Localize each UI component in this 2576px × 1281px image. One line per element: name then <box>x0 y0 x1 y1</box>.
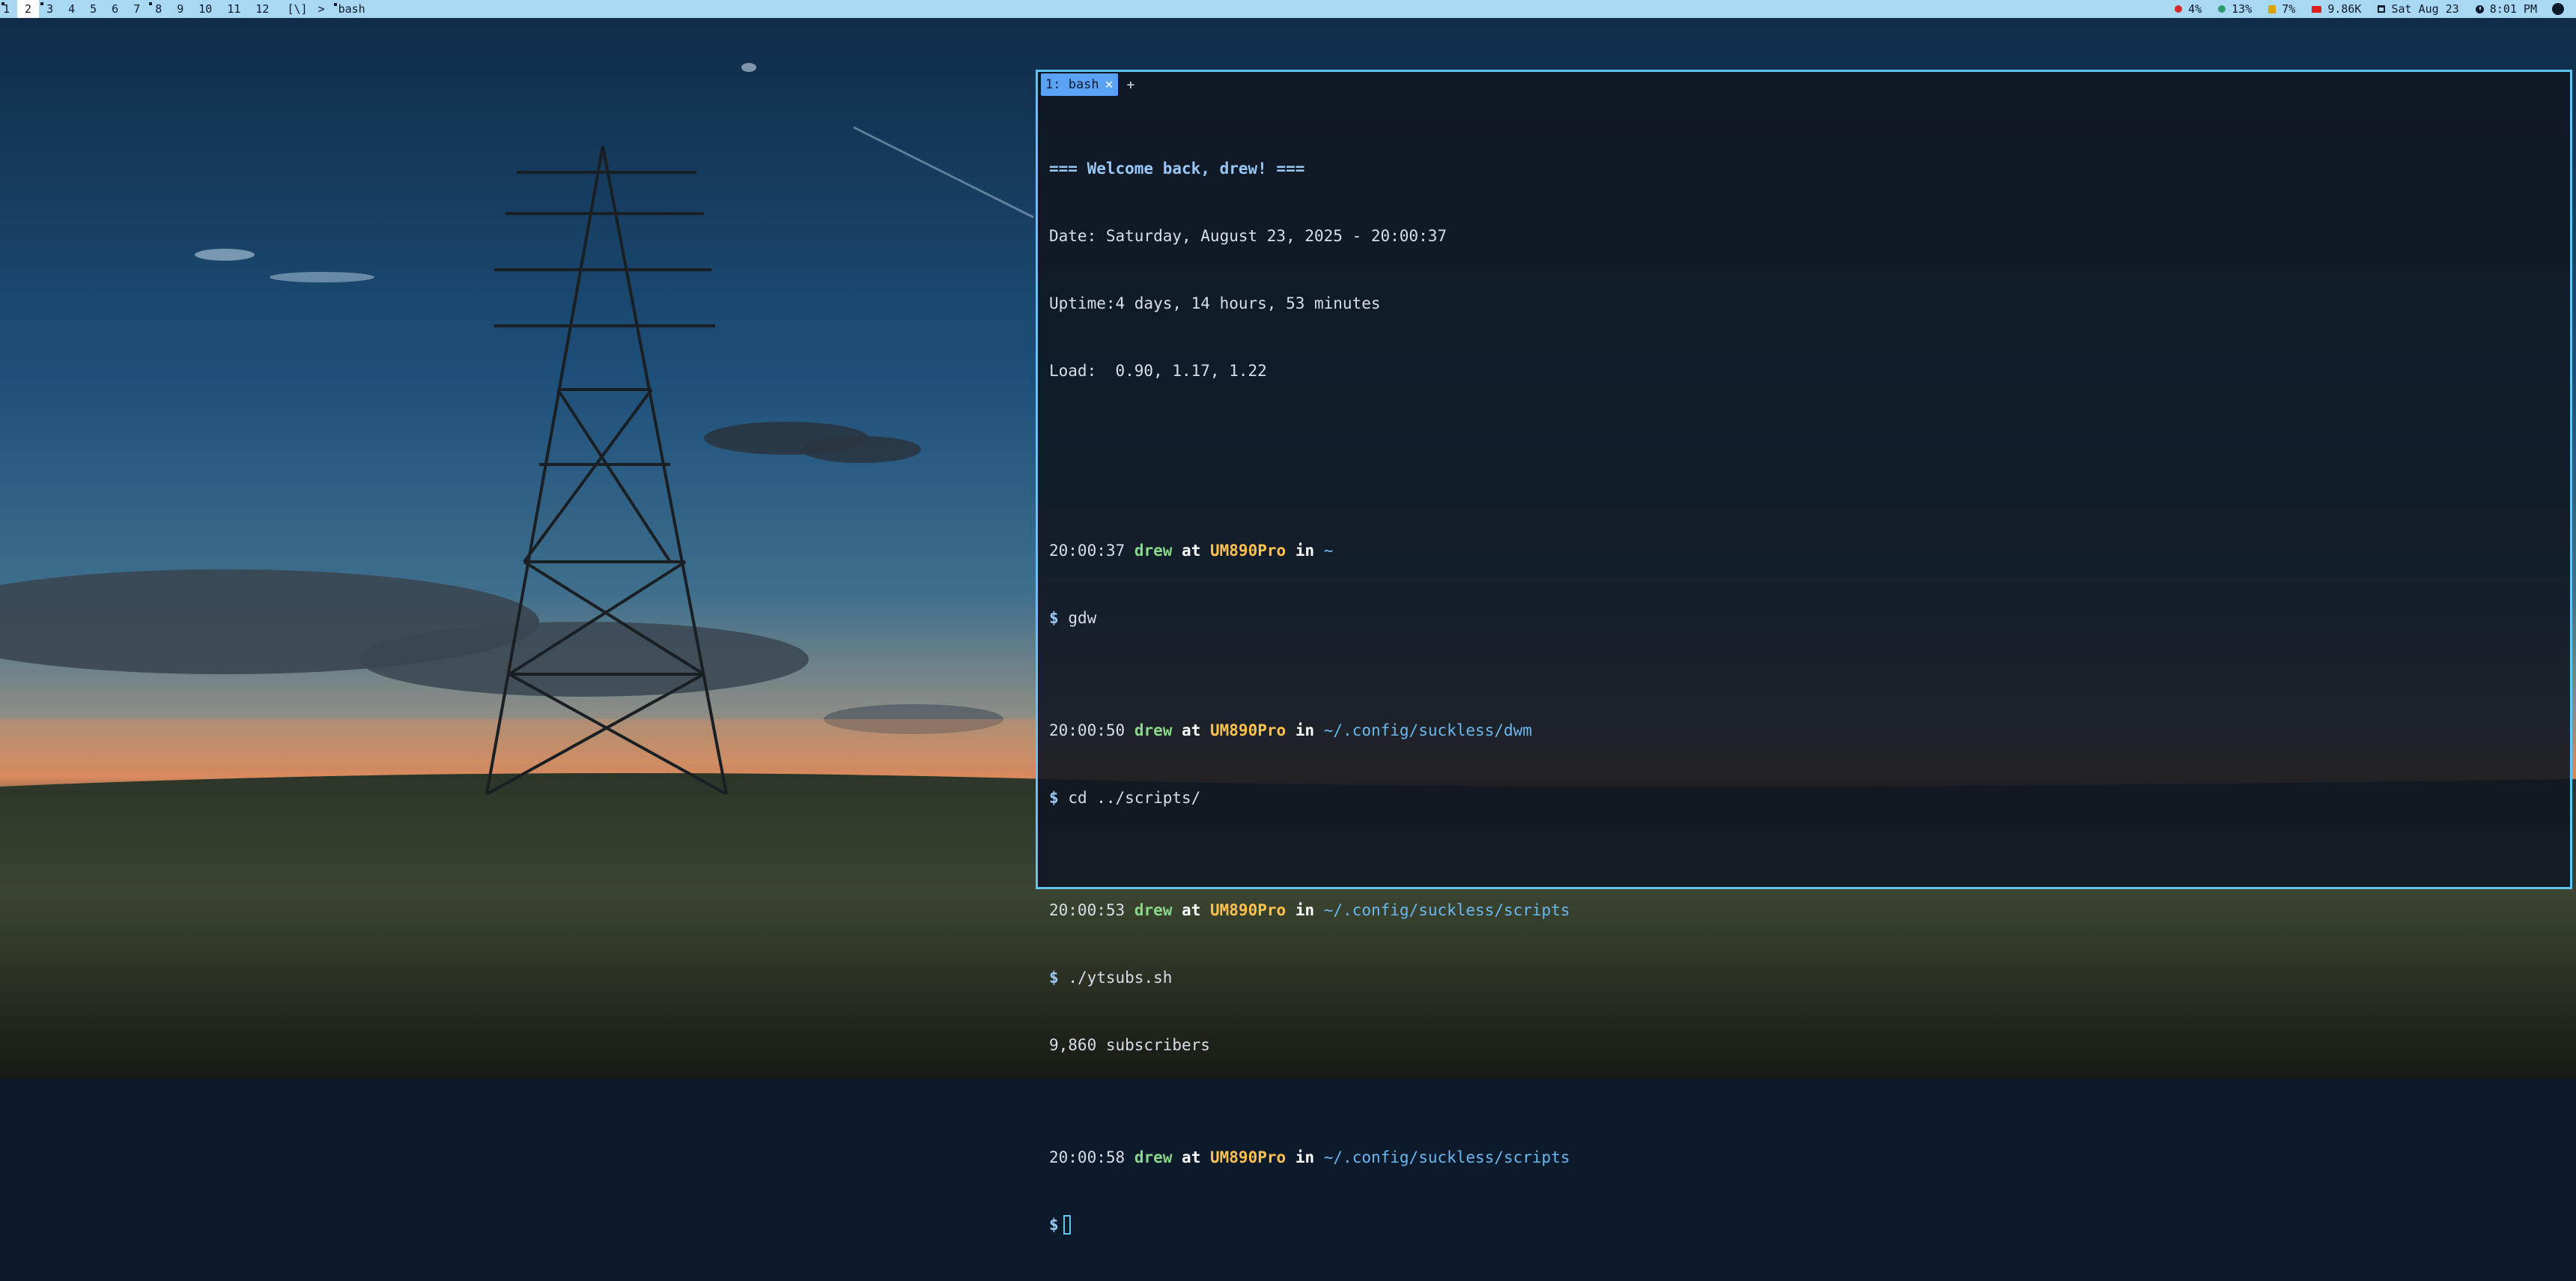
prompt-path: ~/.config/suckless/scripts <box>1323 901 1570 919</box>
date-line: Date: Saturday, August 23, 2025 - 20:00:… <box>1049 227 1448 245</box>
command-text: gdw <box>1068 609 1097 627</box>
focused-window-title: bash <box>332 0 365 18</box>
subscribers-value: 9.86K <box>2327 2 2362 16</box>
uptime-line: Uptime:4 days, 14 hours, 53 minutes <box>1049 294 1381 312</box>
clock-icon <box>2475 4 2484 13</box>
prompt-symbol: $ <box>1049 969 1059 987</box>
workspace-tag-9[interactable]: 9 <box>169 0 191 18</box>
prompt-time: 20:00:37 <box>1049 542 1126 560</box>
time-value: 8:01 PM <box>2489 2 2537 16</box>
prompt-in: in <box>1295 1148 1315 1166</box>
workspace-tag-6[interactable]: 6 <box>104 0 126 18</box>
prompt-user: drew <box>1134 542 1173 560</box>
prompt-line: 20:00:58 drew at UM890Pro in ~/.config/s… <box>1049 1146 2563 1169</box>
prompt-line: 20:00:53 drew at UM890Pro in ~/.config/s… <box>1049 899 2563 921</box>
workspace-tags: 1 2 3 4 5 6 7 8 9 10 11 12 <box>0 0 276 18</box>
active-command-line[interactable]: $ <box>1049 1214 2563 1236</box>
command-output: 9,860 subscribers <box>1049 1036 1210 1054</box>
prompt-user: drew <box>1134 1148 1173 1166</box>
tab-bash[interactable]: 1: bash ✕ <box>1041 73 1118 96</box>
layout-indicator[interactable]: [\] <box>276 0 318 18</box>
time-status: 8:01 PM <box>2475 0 2537 18</box>
prompt-symbol: $ <box>1049 609 1059 627</box>
command-line: $ ./ytsubs.sh <box>1049 966 2563 989</box>
memory-value: 13% <box>2232 2 2253 16</box>
date-status: Sat Aug 23 <box>2378 0 2459 18</box>
prompt-user: drew <box>1134 901 1173 919</box>
prompt-at: at <box>1182 901 1201 919</box>
close-tab-icon[interactable]: ✕ <box>1105 73 1114 96</box>
youtube-subscribers-status: 9.86K <box>2312 0 2361 18</box>
prompt-time: 20:00:53 <box>1049 901 1126 919</box>
terminal-output[interactable]: === Welcome back, drew! === Date: Saturd… <box>1049 112 2563 1235</box>
status-area: 4% 13% 7% 9.86K Sat Aug 23 8:01 PM <box>2158 0 2576 18</box>
prompt-symbol: $ <box>1049 789 1059 807</box>
text-cursor <box>1063 1215 1071 1235</box>
prompt-in: in <box>1295 542 1315 560</box>
command-text: cd ../scripts/ <box>1068 789 1201 807</box>
prompt-host: UM890Pro <box>1210 901 1287 919</box>
workspace-tag-4[interactable]: 4 <box>61 0 82 18</box>
prompt-host: UM890Pro <box>1210 1148 1287 1166</box>
prompt-path: ~/.config/suckless/scripts <box>1323 1148 1570 1166</box>
workspace-tag-12[interactable]: 12 <box>248 0 276 18</box>
prompt-in: in <box>1295 901 1315 919</box>
prompt-time: 20:00:58 <box>1049 1148 1126 1166</box>
prompt-symbol: $ <box>1049 1216 1059 1234</box>
new-tab-button[interactable]: + <box>1127 77 1135 93</box>
prompt-line: 20:00:37 drew at UM890Pro in ~ <box>1049 539 2563 562</box>
load-line: Load: 0.90, 1.17, 1.22 <box>1049 362 1267 380</box>
workspace-tag-1[interactable]: 1 <box>0 0 17 18</box>
tab-label: 1: bash <box>1045 77 1099 92</box>
cpu-value: 4% <box>2188 2 2202 16</box>
memory-icon <box>2218 5 2226 13</box>
memory-status: 13% <box>2218 0 2252 18</box>
prompt-in: in <box>1295 721 1315 739</box>
prompt-path: ~/.config/suckless/dwm <box>1323 721 1532 739</box>
cpu-icon <box>2175 5 2183 13</box>
date-value: Sat Aug 23 <box>2391 2 2459 16</box>
workspace-tag-2[interactable]: 2 <box>17 0 40 18</box>
top-status-bar: 1 2 3 4 5 6 7 8 9 10 11 12 [\] > bash 4% 13% 7% 9.8… <box>0 0 2576 18</box>
calendar-icon <box>2378 5 2386 13</box>
disk-status: 7% <box>2268 0 2295 18</box>
prompt-time: 20:00:50 <box>1049 721 1126 739</box>
command-text: ./ytsubs.sh <box>1068 969 1173 987</box>
systray-icon[interactable] <box>2552 3 2564 15</box>
welcome-line: === Welcome back, drew! === <box>1049 160 1305 178</box>
prompt-host: UM890Pro <box>1210 721 1287 739</box>
terminal-window[interactable]: 1: bash ✕ + === Welcome back, drew! === … <box>1036 70 2572 1235</box>
terminal-tab-bar: 1: bash ✕ + <box>1038 72 2570 97</box>
workspace-tag-10[interactable]: 10 <box>191 0 219 18</box>
prompt-at: at <box>1182 721 1201 739</box>
cpu-status: 4% <box>2175 0 2202 18</box>
prompt-user: drew <box>1134 721 1173 739</box>
workspace-tag-3[interactable]: 3 <box>39 0 61 18</box>
prompt-at: at <box>1182 542 1201 560</box>
workspace-tag-5[interactable]: 5 <box>82 0 104 18</box>
workspace-tag-11[interactable]: 11 <box>219 0 248 18</box>
prompt-line: 20:00:50 drew at UM890Pro in ~/.config/s… <box>1049 719 2563 742</box>
disk-icon <box>2268 4 2276 13</box>
command-line: $ gdw <box>1049 607 2563 629</box>
prompt-host: UM890Pro <box>1210 542 1287 560</box>
workspace-tag-7[interactable]: 7 <box>126 0 148 18</box>
disk-value: 7% <box>2282 2 2296 16</box>
prompt-path: ~ <box>1323 542 1334 560</box>
prompt-at: at <box>1182 1148 1201 1166</box>
workspace-tag-8[interactable]: 8 <box>148 0 169 18</box>
command-line: $ cd ../scripts/ <box>1049 787 2563 809</box>
layout-arrow: > <box>318 2 325 16</box>
youtube-icon <box>2312 5 2322 13</box>
